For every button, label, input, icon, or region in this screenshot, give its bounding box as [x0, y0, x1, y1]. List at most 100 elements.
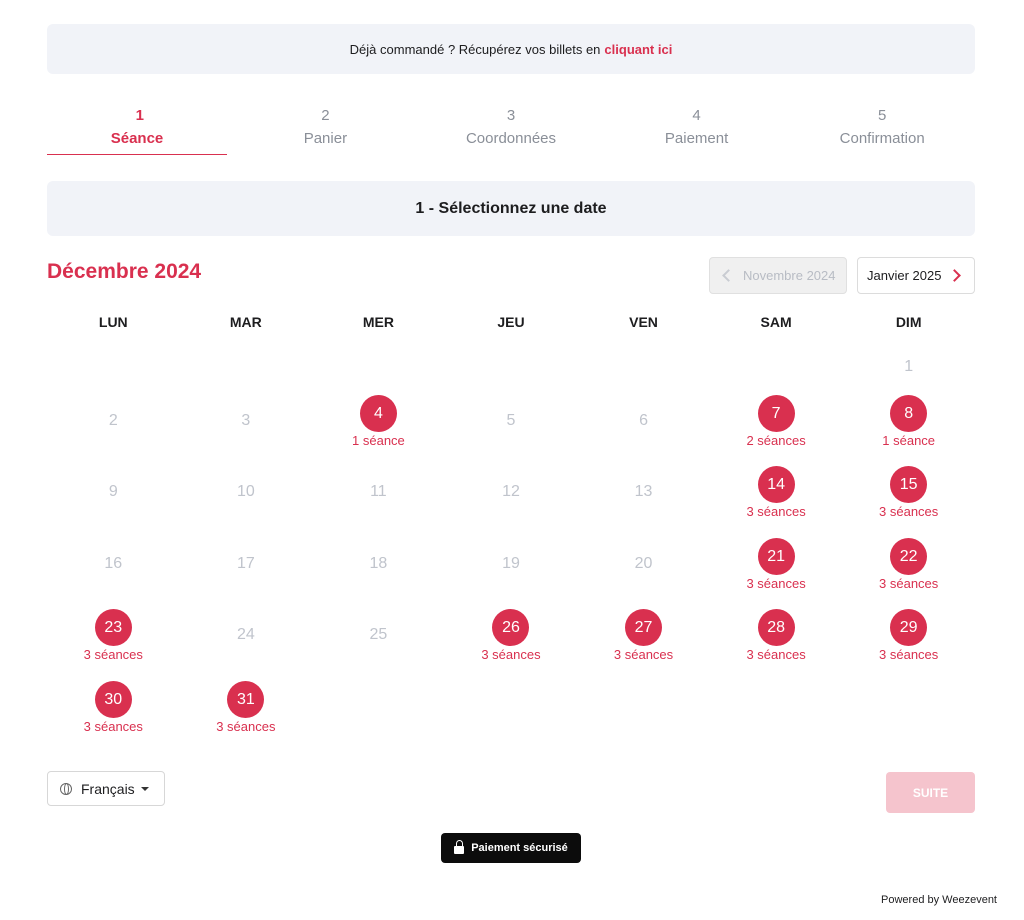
secure-payment-badge: Paiement sécurisé: [441, 833, 581, 863]
day-number: 19: [502, 554, 520, 572]
step-1[interactable]: 1 Séance: [47, 106, 233, 156]
day-number: 23: [94, 609, 132, 647]
available-day[interactable]: 72 séances: [710, 388, 843, 459]
day-number: 30: [94, 680, 132, 718]
empty-day: [577, 344, 710, 388]
day-number: 11: [370, 483, 387, 501]
step-number: 4: [692, 107, 701, 124]
session-count: 3 séances: [216, 718, 276, 734]
calendar-day: 9: [47, 459, 180, 530]
day-number: 27: [625, 609, 663, 647]
day-number: 9: [108, 483, 118, 501]
session-count: 3 séances: [746, 647, 806, 663]
calendar-week: 2341 séance 5 6 7 2 séances 8 1 séance: [47, 388, 975, 459]
calendar-week: 16 17 18 19 20 21 3 séances 22 3 séances: [47, 531, 975, 602]
available-day[interactable]: 23 3 séances: [47, 602, 180, 673]
step-3[interactable]: 3 Coordonnées: [418, 106, 604, 156]
weekday-label: DIM: [895, 314, 922, 330]
day-number: 4: [359, 395, 397, 432]
day-number: 7: [757, 395, 795, 432]
available-day[interactable]: 21 3 séances: [710, 531, 843, 602]
empty-day: [47, 344, 180, 388]
caret-down-icon: [140, 786, 149, 791]
session-count: 3 séances: [746, 504, 806, 520]
day-number: 1: [904, 358, 914, 375]
session-count: 3 séances: [481, 647, 541, 663]
calendar-day: 18: [312, 531, 445, 602]
available-day[interactable]: 26 3 séances: [445, 602, 578, 673]
calendar-day: 13: [577, 459, 710, 530]
day-number: 20: [634, 554, 653, 572]
session-count: 2 séances: [746, 433, 806, 448]
session-count: 3 séances: [83, 718, 143, 734]
available-day[interactable]: 28 3 séances: [710, 602, 843, 673]
chevron-right-icon: [948, 269, 962, 282]
session-count: 3 séances: [879, 647, 939, 663]
step-4[interactable]: 4 Paiement: [604, 106, 790, 156]
day-number: 21: [757, 537, 795, 575]
available-day[interactable]: 22 3 séances: [842, 531, 975, 602]
session-count: 3 séances: [613, 647, 674, 663]
day-number: 3: [241, 412, 251, 429]
day-number: 16: [104, 554, 123, 572]
available-day[interactable]: 30 3 séances: [47, 674, 180, 745]
day-number: 25: [369, 626, 388, 644]
secure-payment-label: Paiement sécurisé: [471, 842, 568, 854]
available-day[interactable]: 27 3 séances: [577, 602, 710, 673]
language-selector[interactable]: Français: [47, 771, 165, 806]
day-number: 29: [890, 609, 928, 647]
calendar-day: 19: [445, 531, 578, 602]
day-number: 24: [236, 626, 255, 644]
previous-month-label: Novembre 2024: [743, 268, 836, 283]
retrieve-tickets-link[interactable]: cliquant ici: [604, 42, 672, 57]
step-number: 5: [878, 107, 887, 124]
session-count: 3 séances: [879, 504, 939, 520]
day-number: 22: [890, 537, 928, 575]
calendar-day: 2: [47, 388, 180, 459]
step-5[interactable]: 5 Confirmation: [789, 106, 975, 156]
checkout-steps: 1 Séance 2 Panier 3 Coordonnées 4 Paiement 5 Conf…: [47, 106, 975, 156]
step-label: Confirmation: [839, 130, 925, 147]
empty-day: [445, 344, 578, 388]
next-month-button[interactable]: Janvier 2025: [857, 257, 975, 294]
weekday-label: SAM: [760, 314, 792, 330]
day-number: 15: [890, 466, 928, 504]
available-day[interactable]: 31 3 séances: [180, 674, 313, 745]
session-count: 3 séances: [83, 647, 143, 663]
weekday-header: LUN MAR MER JEU VEN SAM DIM: [47, 314, 975, 330]
day-number: 5: [506, 412, 516, 429]
step-label: Séance: [47, 126, 227, 155]
day-number: 10: [236, 483, 255, 501]
available-day[interactable]: 41 séance: [312, 388, 445, 459]
empty-day: [710, 344, 843, 388]
weekday-label: MAR: [229, 314, 262, 330]
step-label: Paiement: [664, 130, 729, 147]
calendar-day: 5: [445, 388, 578, 459]
calendar-week: 1: [47, 344, 975, 388]
step-2[interactable]: 2 Panier: [233, 106, 419, 156]
next-step-button[interactable]: SUITE: [886, 772, 975, 813]
step-label: Coordonnées: [465, 130, 557, 147]
lock-icon: [454, 840, 465, 854]
empty-day: [312, 674, 445, 745]
current-month: Décembre 2024: [47, 260, 202, 283]
session-count: 1 séance: [882, 433, 936, 448]
calendar-week: 23 3 séances 24 25 26 3 séances 27 3 séances 28 3…: [47, 602, 975, 673]
calendar-day: 16: [47, 531, 180, 602]
language-label: Français: [81, 780, 135, 797]
available-day[interactable]: 29 3 séances: [842, 602, 975, 673]
available-day[interactable]: 15 3 séances: [842, 459, 975, 530]
calendar-day: 11: [312, 459, 445, 530]
empty-day: [710, 674, 843, 745]
day-number: 18: [369, 554, 388, 572]
previous-month-button[interactable]: Novembre 2024: [709, 257, 847, 294]
session-count: 3 séances: [746, 575, 806, 591]
available-day[interactable]: 81 séance: [842, 388, 975, 459]
calendar-grid: 12341 séance 5 6 7 2 séances 8 1 séance 9 10 11 12…: [47, 344, 975, 745]
day-number: 28: [757, 609, 795, 647]
section-title: 1 - Sélectionnez une date: [47, 181, 975, 236]
weekday-label: LUN: [98, 314, 128, 330]
empty-day: [180, 344, 313, 388]
available-day[interactable]: 14 3 séances: [710, 459, 843, 530]
weekday-label: VEN: [629, 314, 658, 330]
